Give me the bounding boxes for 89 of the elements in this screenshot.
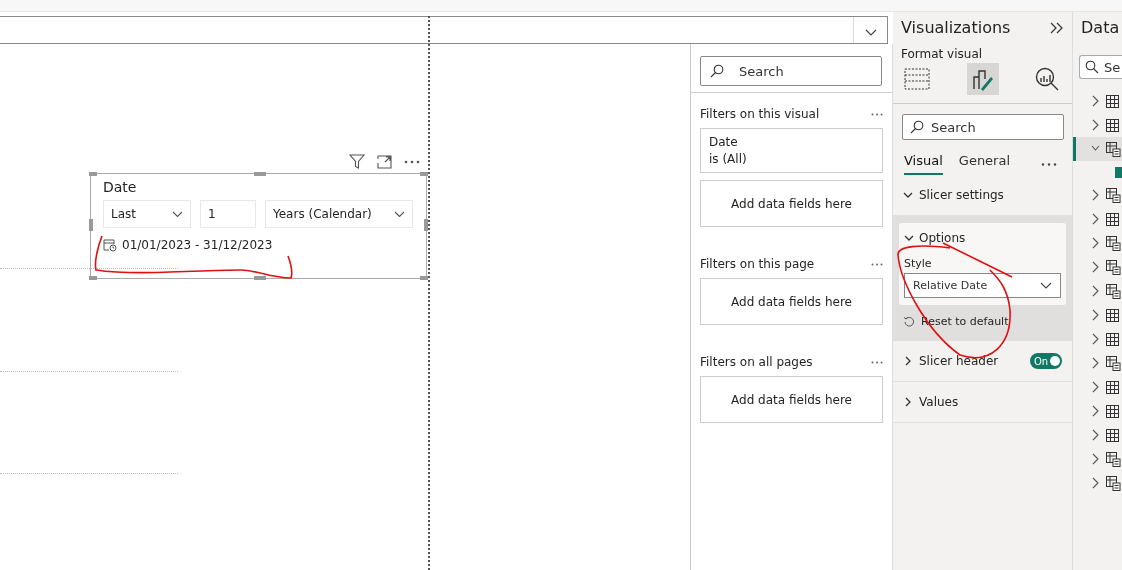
- chevron-icon: [1091, 381, 1100, 393]
- table-icon: [1106, 428, 1119, 442]
- drop-zone[interactable]: Add data fields here: [700, 180, 883, 227]
- pane-subtitle: Format visual: [901, 47, 984, 61]
- chevron-down-icon: [864, 29, 877, 37]
- paintbrush-chart-icon: [970, 67, 995, 91]
- field-checkbox[interactable]: [1115, 166, 1122, 178]
- tab[interactable]: Visual: [904, 153, 943, 175]
- reset-icon: [903, 315, 915, 328]
- more-options-icon[interactable]: [871, 360, 883, 364]
- tab[interactable]: General: [958, 153, 1011, 175]
- date-range: 01/01/2023 - 31/12/2023: [122, 238, 273, 252]
- unit-dropdown[interactable]: Years (Calendar): [265, 200, 413, 228]
- chevron-icon: [1091, 261, 1100, 273]
- search-icon: [1085, 60, 1099, 74]
- drop-zone[interactable]: Add data fields here: [700, 278, 883, 325]
- section-header[interactable]: Values: [893, 382, 1072, 422]
- slicer-title: Date: [103, 179, 138, 195]
- chevron-icon: [904, 233, 914, 243]
- page-dropdown[interactable]: [0, 16, 888, 44]
- section-title: Filters on this page: [700, 257, 815, 271]
- options-header[interactable]: Options: [904, 231, 1061, 245]
- chevron-icon: [1091, 357, 1100, 369]
- search-icon: [710, 64, 724, 78]
- chevron-down-icon: [394, 210, 405, 218]
- period-dropdown[interactable]: Last: [103, 200, 191, 228]
- chevron-icon: [903, 190, 913, 200]
- chevron-icon: [1091, 213, 1100, 225]
- chevron-icon: [1091, 189, 1100, 201]
- calendar-clock-icon: [103, 238, 117, 252]
- filter-field: Date: [709, 135, 874, 149]
- toggle-switch[interactable]: On: [1030, 353, 1062, 369]
- search-field[interactable]: Search: [700, 56, 882, 86]
- chevron-icon: [1091, 95, 1100, 107]
- count-input[interactable]: 1: [200, 200, 256, 228]
- magnifier-chart-icon: [1035, 67, 1061, 91]
- field-label: Style: [904, 257, 933, 270]
- calculated-table-icon: [1106, 235, 1121, 251]
- more-options-icon[interactable]: [1041, 162, 1057, 166]
- chevron-icon: [903, 397, 913, 407]
- calculated-table-icon: [1106, 141, 1121, 157]
- calculated-table-icon: [1106, 283, 1121, 299]
- section-header[interactable]: Slicer header On: [893, 341, 1072, 381]
- grid-icon: [904, 68, 930, 90]
- date-slicer[interactable]: Date Last 1 Years (Calendar) 01/01/2023 - 31/12/2023: [90, 173, 427, 279]
- calculated-table-icon: [1106, 451, 1121, 467]
- table-icon: [1106, 380, 1119, 394]
- table-icon: [1106, 118, 1119, 132]
- collapse-icon[interactable]: [1050, 21, 1064, 34]
- drop-zone[interactable]: Add data fields here: [700, 376, 883, 423]
- chevron-icon: [903, 356, 913, 366]
- chevron-icon: [1091, 119, 1100, 131]
- chevron-icon: [1091, 477, 1100, 489]
- table-item[interactable]: [1073, 137, 1122, 161]
- table-icon: [1106, 308, 1119, 322]
- table-icon: [1106, 94, 1119, 108]
- chevron-icon: [1091, 453, 1100, 465]
- search-field[interactable]: Se: [1079, 55, 1122, 79]
- more-options-icon[interactable]: [871, 262, 883, 266]
- filter-condition: is (All): [709, 152, 748, 166]
- calculated-table-icon: [1106, 187, 1121, 203]
- style-dropdown[interactable]: Relative Date: [904, 273, 1061, 298]
- section-header[interactable]: Slicer settings: [893, 175, 1072, 215]
- filter-icon[interactable]: [349, 154, 365, 169]
- chevron-icon: [1091, 309, 1100, 321]
- pane-mode-button[interactable]: [966, 63, 999, 95]
- chevron-icon: [1091, 237, 1100, 249]
- table-icon: [1106, 332, 1119, 346]
- chevron-icon: [1091, 405, 1100, 417]
- more-options-icon[interactable]: [404, 159, 420, 164]
- chevron-down-icon: [172, 210, 183, 218]
- pane-title: Visualizations: [901, 18, 1011, 37]
- calculated-table-icon: [1106, 259, 1121, 275]
- section-title: Filters on all pages: [700, 355, 813, 369]
- filter-card[interactable]: Date is (All): [700, 128, 883, 173]
- focus-mode-icon[interactable]: [377, 154, 392, 169]
- table-icon: [1106, 404, 1119, 418]
- pane-title: Data: [1080, 18, 1121, 37]
- search-field[interactable]: Search: [902, 114, 1064, 140]
- table-icon: [1106, 212, 1119, 226]
- chevron-icon: [1091, 285, 1100, 297]
- search-icon: [910, 120, 924, 134]
- chevron-icon: [1091, 333, 1100, 345]
- calculated-table-icon: [1106, 475, 1121, 491]
- calculated-table-icon: [1106, 355, 1121, 371]
- section-title: Filters on this visual: [700, 107, 820, 121]
- more-options-icon[interactable]: [871, 112, 883, 116]
- chevron-icon: [1091, 429, 1100, 441]
- chevron-down-icon: [1040, 282, 1052, 289]
